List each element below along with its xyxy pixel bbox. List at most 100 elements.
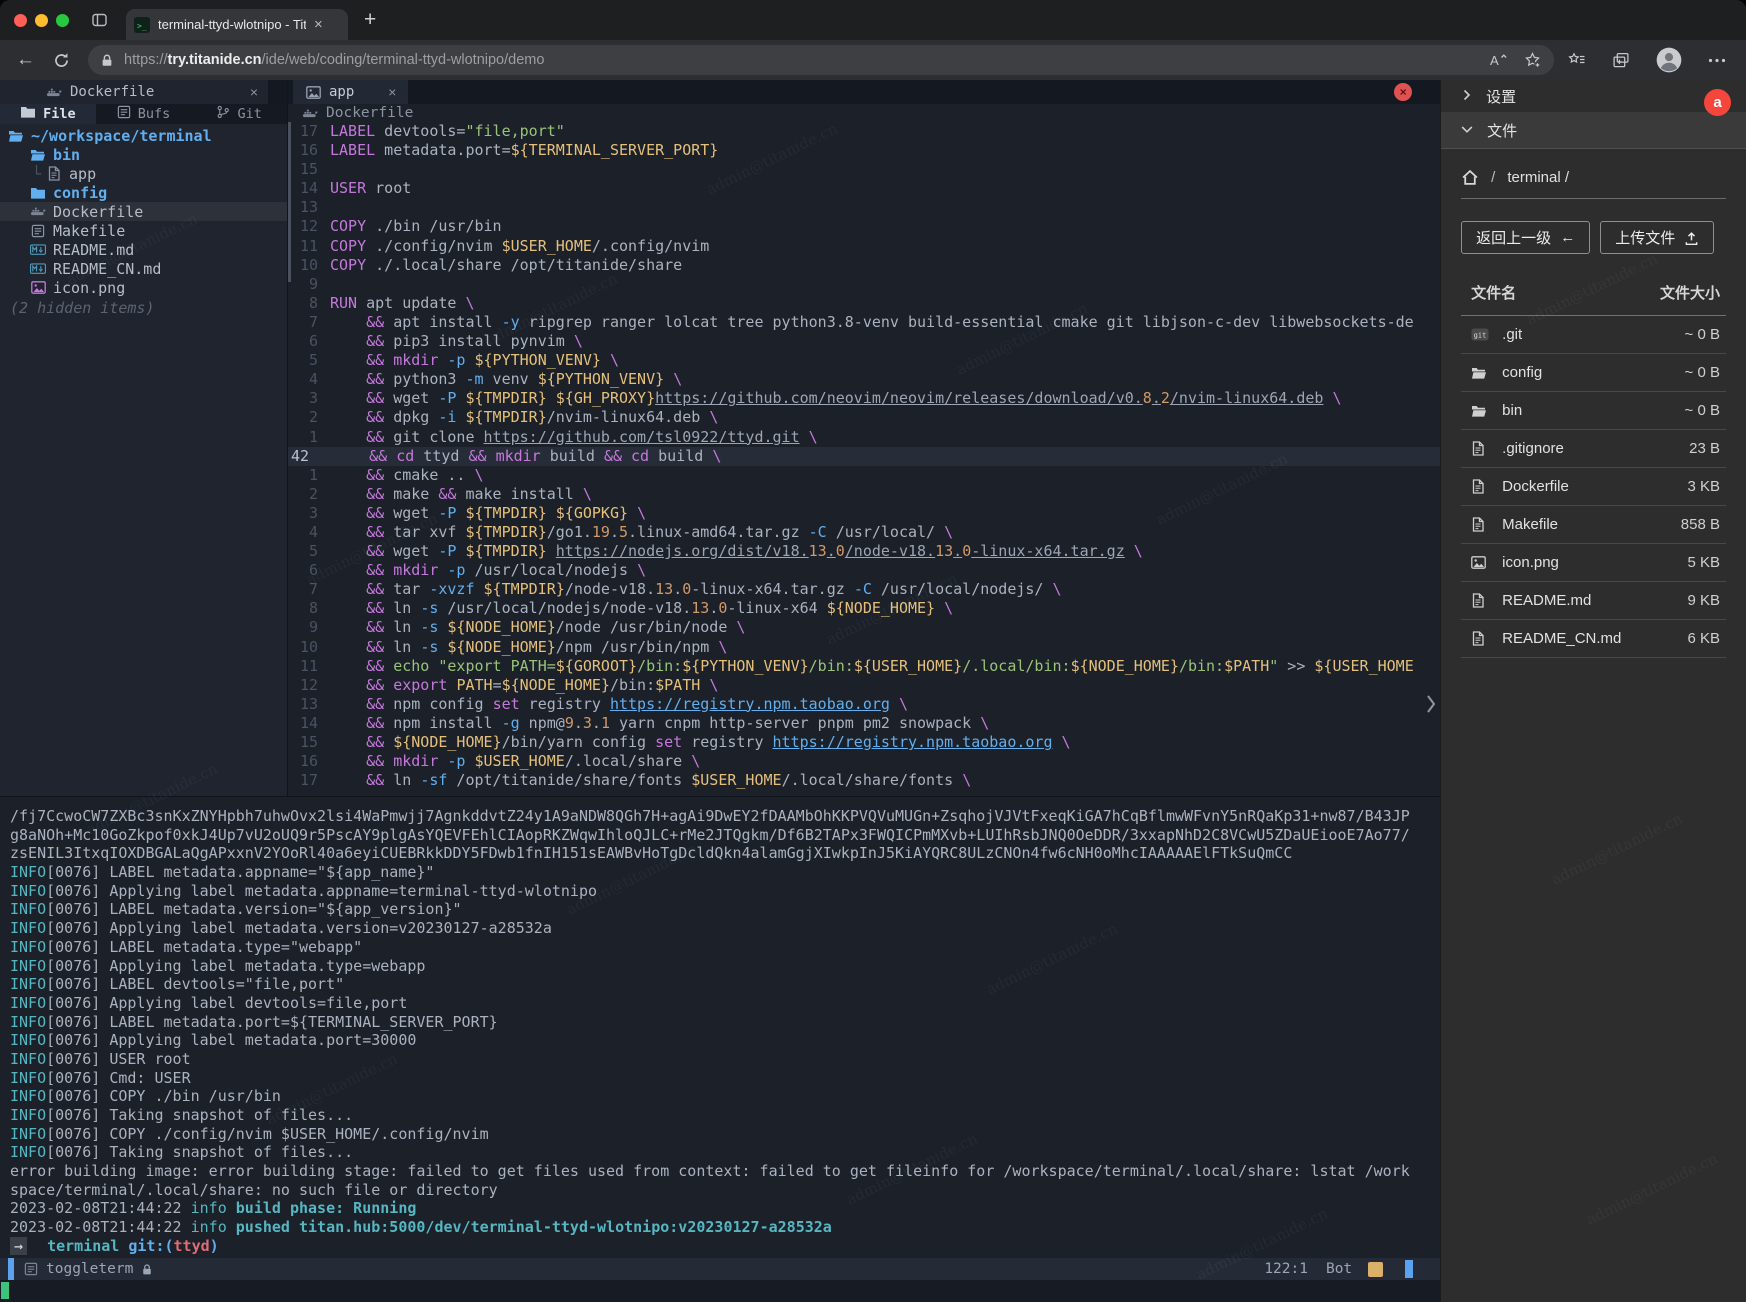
terminal-line: g8aNOh+Mc10GoZkpof0xkJ4Up7vU2oUQ9r5PscAY…	[10, 826, 1440, 845]
close-window-button[interactable]	[14, 14, 27, 27]
new-tab-button[interactable]: +	[364, 8, 376, 32]
tree-item-readme-cn-md[interactable]: README_CN.md	[0, 259, 287, 278]
editor-close-button[interactable]: ×	[1394, 83, 1412, 101]
file-row-gitignore[interactable]: .gitignore23 B	[1461, 430, 1726, 468]
code-line[interactable]: 13 && npm config set registry https://re…	[288, 695, 1440, 714]
code-line[interactable]: 5 && mkdir -p ${PYTHON_VENV} \	[288, 351, 1440, 370]
code-line[interactable]: 3 && wget -P ${TMPDIR} ${GH_PROXY}https:…	[288, 389, 1440, 408]
code-line[interactable]: 8 && ln -s /usr/local/nodejs/node-v18.13…	[288, 599, 1440, 618]
upload-file-button[interactable]: 上传文件	[1600, 221, 1714, 254]
section-settings[interactable]: 设置	[1441, 80, 1746, 112]
tree-item-icon-png[interactable]: icon.png	[0, 278, 287, 297]
file-row-git[interactable]: git.git~ 0 B	[1461, 316, 1726, 354]
tab-git[interactable]: Git	[191, 104, 287, 124]
tab-bufs[interactable]: Bufs	[96, 104, 192, 124]
code-line[interactable]: 16 && mkdir -p $USER_HOME/.local/share \	[288, 752, 1440, 771]
editor-tab-close-icon[interactable]: ×	[388, 84, 396, 100]
code-line[interactable]: 2 && make && make install \	[288, 485, 1440, 504]
zoom-window-button[interactable]	[56, 14, 69, 27]
code-line[interactable]: 15	[288, 160, 1440, 179]
code-line[interactable]: 7 && apt install -y ripgrep ranger lolca…	[288, 313, 1440, 332]
code-line[interactable]: 4 && python3 -m venv ${PYTHON_VENV} \	[288, 370, 1440, 389]
code-line[interactable]: 16LABEL metadata.port=${TERMINAL_SERVER_…	[288, 141, 1440, 160]
tree-item-config[interactable]: config	[0, 183, 287, 202]
file-tree-sidebar: Dockerfile × File Bufs	[0, 80, 287, 796]
code-line[interactable]: 10 && ln -s ${NODE_HOME}/npm /usr/bin/np…	[288, 638, 1440, 657]
code-line[interactable]: 14USER root	[288, 179, 1440, 198]
code-line[interactable]: 1 && cmake .. \	[288, 466, 1440, 485]
code-line[interactable]: 7 && tar -xvzf ${TMPDIR}/node-v18.13.0-l…	[288, 580, 1440, 599]
code-line[interactable]: 11COPY ./config/nvim $USER_HOME/.config/…	[288, 237, 1440, 256]
section-files[interactable]: 文件	[1441, 112, 1746, 149]
editor-scrollbar[interactable]	[288, 122, 291, 282]
tab-file[interactable]: File	[0, 104, 96, 124]
code-line[interactable]: 12 && export PATH=${NODE_HOME}/bin:$PATH…	[288, 676, 1440, 695]
code-line[interactable]: 9 && ln -s ${NODE_HOME}/node /usr/bin/no…	[288, 618, 1440, 637]
address-bar[interactable]: https://try.titanide.cn/ide/web/coding/t…	[88, 45, 1554, 75]
sidebar-buffer-tab-row: Dockerfile ×	[0, 80, 287, 104]
tab-overview-icon[interactable]	[91, 12, 108, 28]
image-icon	[1471, 556, 1489, 569]
editor-tab-app[interactable]: app ×	[293, 80, 408, 104]
file-row-readme-md[interactable]: README.md9 KB	[1461, 582, 1726, 620]
tree-item-workspace-terminal[interactable]: ~/workspace/terminal	[0, 126, 287, 145]
line-number: 10	[288, 256, 330, 275]
text-size-icon[interactable]: A	[1489, 52, 1508, 68]
breadcrumb-path[interactable]: terminal /	[1507, 169, 1569, 186]
code-line[interactable]: 1 && git clone https://github.com/tsl092…	[288, 428, 1440, 447]
code-line[interactable]: 13	[288, 198, 1440, 217]
terminal-output[interactable]: /fj7CcwoCW7ZXBc3snKxZNYHpbh7uhwOvx2lsi4W…	[0, 796, 1440, 1258]
tree-item-app[interactable]: └app	[0, 164, 287, 183]
more-menu-icon[interactable]	[1708, 58, 1726, 63]
refresh-icon[interactable]	[53, 52, 70, 69]
file-icon	[1471, 479, 1489, 494]
code-line[interactable]: 12COPY ./bin /usr/bin	[288, 217, 1440, 236]
code-line[interactable]: 4 && tar xvf ${TMPDIR}/go1.19.5.linux-am…	[288, 523, 1440, 542]
panel-collapse-chevron-icon[interactable]	[1424, 690, 1438, 723]
file-row-config[interactable]: config~ 0 B	[1461, 354, 1726, 392]
buffer-tab-dockerfile[interactable]: Dockerfile ×	[0, 80, 268, 104]
go-up-button[interactable]: 返回上一级 ←	[1461, 221, 1590, 254]
file-row-bin[interactable]: bin~ 0 B	[1461, 392, 1726, 430]
terminal-line: INFO[0076] COPY ./bin /usr/bin	[10, 1087, 1440, 1106]
tab-close-icon[interactable]: ×	[314, 17, 323, 32]
scrollbar-thumb[interactable]	[1405, 1260, 1413, 1278]
file-row-dockerfile[interactable]: Dockerfile3 KB	[1461, 468, 1726, 506]
minimize-window-button[interactable]	[35, 14, 48, 27]
code-line-current[interactable]: 42 && cd ttyd && mkdir build && cd build…	[288, 447, 1440, 466]
code-line[interactable]: 3 && wget -P ${TMPDIR} ${GOPKG} \	[288, 504, 1440, 523]
ide-main-column: Dockerfile × File Bufs	[0, 80, 1440, 1302]
code-line[interactable]: 9	[288, 275, 1440, 294]
code-line[interactable]: 17 && ln -sf /opt/titanide/share/fonts $…	[288, 771, 1440, 790]
code-line[interactable]: 8RUN apt update \	[288, 294, 1440, 313]
home-icon[interactable]	[1461, 169, 1479, 186]
tree-item-dockerfile[interactable]: Dockerfile	[0, 202, 287, 221]
tree-item-makefile[interactable]: Makefile	[0, 221, 287, 240]
tree-item-readme-md[interactable]: README.md	[0, 240, 287, 259]
code-line[interactable]: 11 && echo "export PATH=${GOROOT}/bin:${…	[288, 657, 1440, 676]
browser-tab[interactable]: >_ terminal-ttyd-wlotnipo - TitanI ×	[126, 9, 348, 40]
file-row-makefile[interactable]: Makefile858 B	[1461, 506, 1726, 544]
collections-icon[interactable]	[1612, 52, 1630, 69]
file-row-readme-cn-md[interactable]: README_CN.md6 KB	[1461, 620, 1726, 658]
profile-avatar[interactable]	[1656, 47, 1682, 73]
code-line[interactable]: 17LABEL devtools="file,port"	[288, 122, 1440, 141]
file-row-icon-png[interactable]: icon.png5 KB	[1461, 544, 1726, 582]
code-line[interactable]: 6 && pip3 install pynvim \	[288, 332, 1440, 351]
traffic-lights	[14, 14, 69, 27]
favorites-bar-icon[interactable]	[1568, 52, 1586, 68]
buffer-tab-close-icon[interactable]: ×	[250, 84, 258, 100]
tree-item-bin[interactable]: bin	[0, 145, 287, 164]
back-icon[interactable]: ←	[16, 49, 35, 71]
code-line[interactable]: 15 && ${NODE_HOME}/bin/yarn config set r…	[288, 733, 1440, 752]
add-favorite-icon[interactable]	[1524, 52, 1542, 69]
md-icon	[30, 262, 46, 275]
user-badge[interactable]: a	[1704, 89, 1731, 116]
code-line[interactable]: 5 && wget -P ${TMPDIR} https://nodejs.or…	[288, 542, 1440, 561]
code-line[interactable]: 14 && npm install -g npm@9.3.1 yarn cnpm…	[288, 714, 1440, 733]
code-area[interactable]: 17LABEL devtools="file,port"16LABEL meta…	[288, 122, 1440, 790]
code-line[interactable]: 6 && mkdir -p /usr/local/nodejs \	[288, 561, 1440, 580]
code-line[interactable]: 2 && dpkg -i ${TMPDIR}/nvim-linux64.deb …	[288, 408, 1440, 427]
line-number: 1	[288, 428, 330, 447]
code-line[interactable]: 10COPY ./.local/share /opt/titanide/shar…	[288, 256, 1440, 275]
